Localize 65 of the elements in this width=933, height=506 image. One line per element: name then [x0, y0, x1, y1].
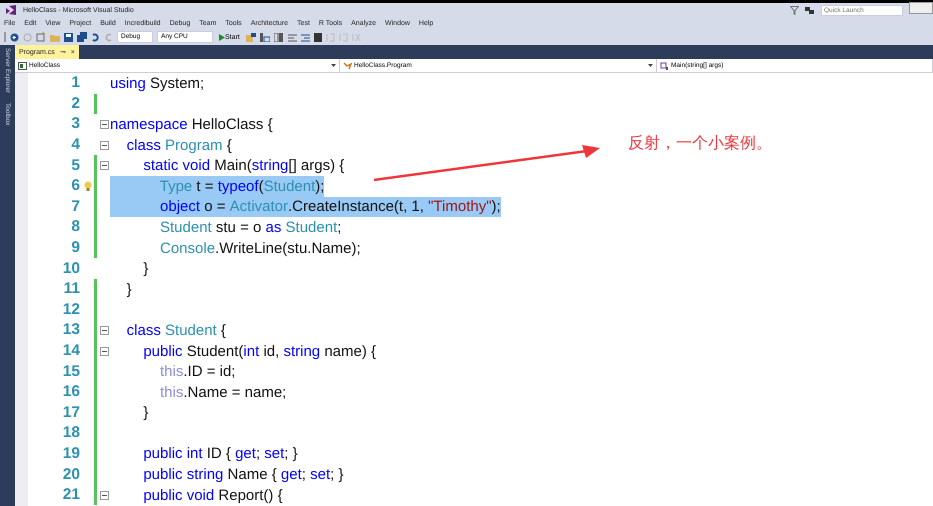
lightbulb-icon[interactable]: [84, 180, 92, 192]
line-number: 3: [70, 115, 80, 134]
uncomment-icon[interactable]: [300, 32, 310, 42]
undo-icon[interactable]: [91, 32, 100, 42]
play-icon: [219, 34, 225, 40]
code-line: this.Name = name;: [159, 382, 286, 402]
line-number: 5: [70, 156, 80, 175]
collapse-icon[interactable]: [100, 161, 109, 170]
code-line: class Program {: [126, 136, 232, 156]
new-item-icon[interactable]: [36, 32, 46, 42]
annotation-text: 反射，一个小案例。: [628, 133, 772, 154]
code-line: }: [126, 280, 132, 300]
code-line: public Student(int id, string name) {: [142, 342, 376, 362]
code-line: this.ID = id;: [159, 362, 236, 382]
code-line: namespace HelloClass {: [110, 114, 273, 135]
line-number: 7: [70, 198, 80, 216]
line-number: 8: [70, 218, 80, 236]
line-number: 17: [62, 404, 80, 422]
project-icon: [18, 62, 27, 70]
collapse-icon[interactable]: [100, 140, 109, 150]
code-line: Console.WriteLine(stu.Name);: [159, 238, 361, 258]
method-icon: [660, 62, 669, 70]
code-line: public void Report() {: [142, 486, 283, 506]
line-number: 11: [62, 280, 80, 298]
line-number: 10: [62, 260, 80, 278]
code-line: using System;: [110, 74, 204, 94]
line-number: 20: [62, 466, 80, 484]
line-number: 6: [70, 177, 80, 196]
filter-icon[interactable]: [790, 6, 799, 14]
code-line: class Student {: [126, 320, 226, 341]
find-icon[interactable]: [246, 32, 256, 42]
bookmark-icon[interactable]: [314, 32, 322, 42]
line-number: 1: [70, 74, 80, 92]
code-line: }: [142, 259, 148, 279]
line-number: 12: [62, 300, 80, 319]
line-number: 14: [62, 342, 80, 360]
logo-icon: [5, 5, 17, 15]
code-line: public string Name { get; set; }: [142, 465, 344, 485]
line-number: 21: [62, 486, 80, 504]
line-number: 13: [62, 321, 80, 340]
line-number: 2: [70, 94, 80, 113]
code-line: public int ID { get; set; }: [142, 444, 298, 464]
line-number: 18: [62, 424, 80, 442]
line-number: 9: [70, 239, 80, 258]
collapse-icon[interactable]: [100, 490, 109, 500]
line-number: 15: [62, 362, 80, 381]
feedback-icon[interactable]: [805, 6, 815, 14]
save-icon[interactable]: [64, 32, 73, 42]
line-number: 19: [62, 444, 80, 463]
collapse-icon[interactable]: [100, 346, 109, 356]
save-all-icon[interactable]: [77, 32, 87, 42]
code-line: }: [142, 403, 148, 424]
comment-icon[interactable]: [288, 32, 297, 42]
class-icon: [343, 62, 352, 70]
layout-icon[interactable]: [260, 32, 270, 42]
columns-icon[interactable]: [274, 32, 284, 42]
caret-icon: [331, 64, 336, 67]
caret-icon: [648, 64, 653, 67]
collapse-icon[interactable]: [100, 326, 109, 335]
collapse-icon[interactable]: [100, 120, 109, 129]
code-line: Student stu = o as Student;: [159, 218, 342, 238]
line-number: 16: [62, 383, 80, 402]
code-line: static void Main(string[] args) {: [142, 156, 344, 176]
line-number: 4: [70, 136, 80, 154]
back-icon[interactable]: [10, 32, 19, 42]
